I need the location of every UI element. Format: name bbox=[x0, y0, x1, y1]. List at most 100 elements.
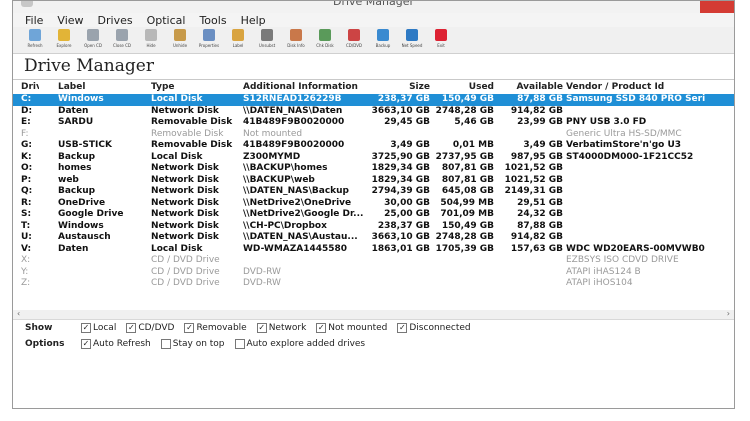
backup-icon bbox=[377, 29, 389, 41]
cell-drive: Q: bbox=[21, 186, 33, 196]
show-title: Show bbox=[25, 323, 53, 333]
exit-button[interactable]: Exit bbox=[429, 27, 453, 53]
cell-info: \\DATEN_NAS\Austau... bbox=[243, 232, 358, 242]
cell-type: Network Disk bbox=[151, 209, 219, 219]
checkbox-box[interactable]: ✓ bbox=[81, 323, 91, 333]
col-type-header[interactable]: Type bbox=[151, 80, 237, 94]
backup-button[interactable]: Backup bbox=[371, 27, 395, 53]
show-disconnected-checkbox[interactable]: ✓ Disconnected bbox=[397, 323, 471, 333]
show-not-mounted-checkbox[interactable]: ✓ Not mounted bbox=[316, 323, 387, 333]
options-auto-explore-added-drives-checkbox[interactable]: Auto explore added drives bbox=[234, 339, 365, 349]
show-local-checkbox[interactable]: ✓ Local bbox=[81, 323, 116, 333]
show-cd-dvd-checkbox[interactable]: ✓ CD/DVD bbox=[126, 323, 174, 333]
cell-label: Austausch bbox=[58, 232, 111, 242]
close-cd-button[interactable]: Close CD bbox=[110, 27, 134, 53]
col-drive-header[interactable]: Drive bbox=[21, 80, 39, 94]
cell-size: 238,37 GB bbox=[377, 94, 430, 104]
table-row[interactable]: Z: CD / DVD Drive DVD-RW ATAPI iHOS104 bbox=[13, 278, 734, 290]
explore-button[interactable]: Explore bbox=[52, 27, 76, 53]
cell-label: homes bbox=[58, 163, 92, 173]
checkbox-box[interactable]: ✓ bbox=[256, 323, 267, 333]
cd-dvd-button[interactable]: CD/DVD bbox=[342, 27, 366, 53]
cell-type: Network Disk bbox=[151, 220, 219, 231]
show-removable-checkbox[interactable]: ✓ Removable bbox=[184, 323, 247, 333]
show-network-checkbox[interactable]: ✓ Network bbox=[256, 323, 306, 333]
label-button[interactable]: Label bbox=[226, 27, 250, 53]
table-row[interactable]: D: Daten Network Disk \\DATEN_NAS\Daten 3663… bbox=[13, 106, 734, 118]
table-row[interactable]: G: USB-STICK Removable Disk 41B489F9B002000… bbox=[13, 140, 734, 152]
col-label-header[interactable]: Label bbox=[58, 80, 144, 94]
table-row[interactable]: R: OneDrive Network Disk \\NetDrive2\OneDri… bbox=[13, 198, 734, 210]
options-stay-on-top-checkbox[interactable]: Stay on top bbox=[160, 339, 225, 349]
table-row[interactable]: P: web Network Disk \\BACKUP\web 1829,34 GB 8… bbox=[13, 175, 734, 187]
menu-help[interactable]: Help bbox=[241, 14, 266, 27]
cell-label: Google Drive bbox=[58, 209, 124, 219]
menu-drives[interactable]: Drives bbox=[98, 14, 133, 27]
table-row[interactable]: F: Removable Disk Not mounted Generic Ultra… bbox=[13, 129, 734, 141]
cell-used: 807,81 GB bbox=[441, 174, 494, 185]
menu-view[interactable]: View bbox=[57, 14, 83, 27]
scroll-right-icon[interactable]: › bbox=[727, 309, 730, 318]
col-used-header[interactable]: Used bbox=[433, 80, 494, 94]
table-row[interactable]: E: SARDU Removable Disk 41B489F9B0020000 29,… bbox=[13, 117, 734, 129]
table-row[interactable]: U: Austausch Network Disk \\DATEN_NAS\Austa… bbox=[13, 232, 734, 244]
toolbar-label: Backup bbox=[375, 43, 391, 48]
cell-available: 29,51 GB bbox=[517, 197, 563, 208]
close-button[interactable] bbox=[700, 1, 734, 13]
table-row[interactable]: S: Google Drive Network Disk \\NetDrive2\Go… bbox=[13, 209, 734, 221]
disk-info-button[interactable]: Disk Info bbox=[284, 27, 308, 53]
table-row[interactable]: K: Backup Local Disk Z300MYMD 3725,90 GB 2737… bbox=[13, 152, 734, 164]
table-row[interactable]: C: Windows Local Disk S12RNEAD126229B 238,37… bbox=[13, 94, 734, 106]
checkbox-box[interactable] bbox=[234, 339, 245, 349]
cell-info: WD-WMAZA1445580 bbox=[243, 243, 348, 254]
checkbox-box[interactable]: ✓ bbox=[397, 323, 408, 333]
checkbox-box[interactable]: ✓ bbox=[184, 323, 195, 333]
net-speed-button[interactable]: Net Speed bbox=[400, 27, 424, 53]
table-row[interactable]: X: CD / DVD Drive EZBSYS ISO CDVD DRIVE bbox=[13, 255, 734, 267]
menu-tools[interactable]: Tools bbox=[199, 14, 226, 27]
table-row[interactable]: V: Daten Local Disk WD-WMAZA1445580 1863,01 … bbox=[13, 244, 734, 256]
table-row[interactable]: O: homes Network Disk \\BACKUP\homes 1829,34… bbox=[13, 163, 734, 175]
table-row[interactable]: T: Windows Network Disk \\CH-PC\Dropbox 238,… bbox=[13, 221, 734, 233]
toolbar-label: Hide bbox=[146, 43, 156, 48]
menu-optical[interactable]: Optical bbox=[147, 14, 186, 27]
col-info-header[interactable]: Additional Information bbox=[243, 80, 367, 94]
cell-type: Network Disk bbox=[151, 186, 219, 196]
cell-used: 150,49 GB bbox=[441, 220, 494, 231]
cd-dvd-icon bbox=[348, 29, 360, 41]
cell-label: Backup bbox=[58, 151, 96, 162]
col-vendor-header[interactable]: Vendor / Product Id bbox=[566, 80, 734, 94]
toolbar-label: Close CD bbox=[112, 43, 132, 48]
cell-info: \\NetDrive2\Google Dr... bbox=[243, 209, 364, 219]
toolbar-label: Properties bbox=[198, 43, 220, 48]
col-size-header[interactable]: Size bbox=[368, 80, 430, 94]
checkbox-box[interactable]: ✓ bbox=[126, 323, 137, 333]
cell-size: 25,00 GB bbox=[384, 209, 430, 219]
toolbar-label: Unhide bbox=[172, 43, 188, 48]
cell-info: \\DATEN_NAS\Backup bbox=[243, 186, 350, 196]
chk-disk-button[interactable]: Chk Disk bbox=[313, 27, 337, 53]
checkbox-box[interactable]: ✓ bbox=[316, 323, 327, 333]
net-speed-icon bbox=[406, 29, 418, 41]
options-auto-refresh-checkbox[interactable]: ✓ Auto Refresh bbox=[81, 339, 151, 349]
drive-table: Drive Label Type Additional Information … bbox=[13, 80, 734, 320]
refresh-button[interactable]: Refresh bbox=[23, 27, 47, 53]
cell-vendor: VerbatimStore'n'go U3 bbox=[566, 140, 682, 150]
hide-button[interactable]: Hide bbox=[139, 27, 163, 53]
scroll-left-icon[interactable]: ‹ bbox=[17, 309, 20, 318]
horizontal-scrollbar[interactable]: ‹ › bbox=[13, 309, 734, 319]
cell-type: Network Disk bbox=[151, 174, 219, 185]
unhide-button[interactable]: Unhide bbox=[168, 27, 192, 53]
menu-file[interactable]: File bbox=[25, 14, 43, 27]
table-row[interactable]: Q: Backup Network Disk \\DATEN_NAS\Backup 27… bbox=[13, 186, 734, 198]
checkbox-box[interactable]: ✓ bbox=[81, 339, 91, 349]
col-available-header[interactable]: Available bbox=[497, 80, 563, 94]
cell-available: 157,63 GB bbox=[510, 243, 563, 254]
refresh-icon bbox=[29, 29, 41, 41]
properties-button[interactable]: Properties bbox=[197, 27, 221, 53]
unsubst-button[interactable]: Unsubst bbox=[255, 27, 279, 53]
checkbox-box[interactable] bbox=[160, 339, 171, 349]
cell-available: 87,88 GB bbox=[517, 220, 563, 231]
table-row[interactable]: Y: CD / DVD Drive DVD-RW ATAPI iHAS124 B bbox=[13, 267, 734, 279]
open-cd-button[interactable]: Open CD bbox=[81, 27, 105, 53]
